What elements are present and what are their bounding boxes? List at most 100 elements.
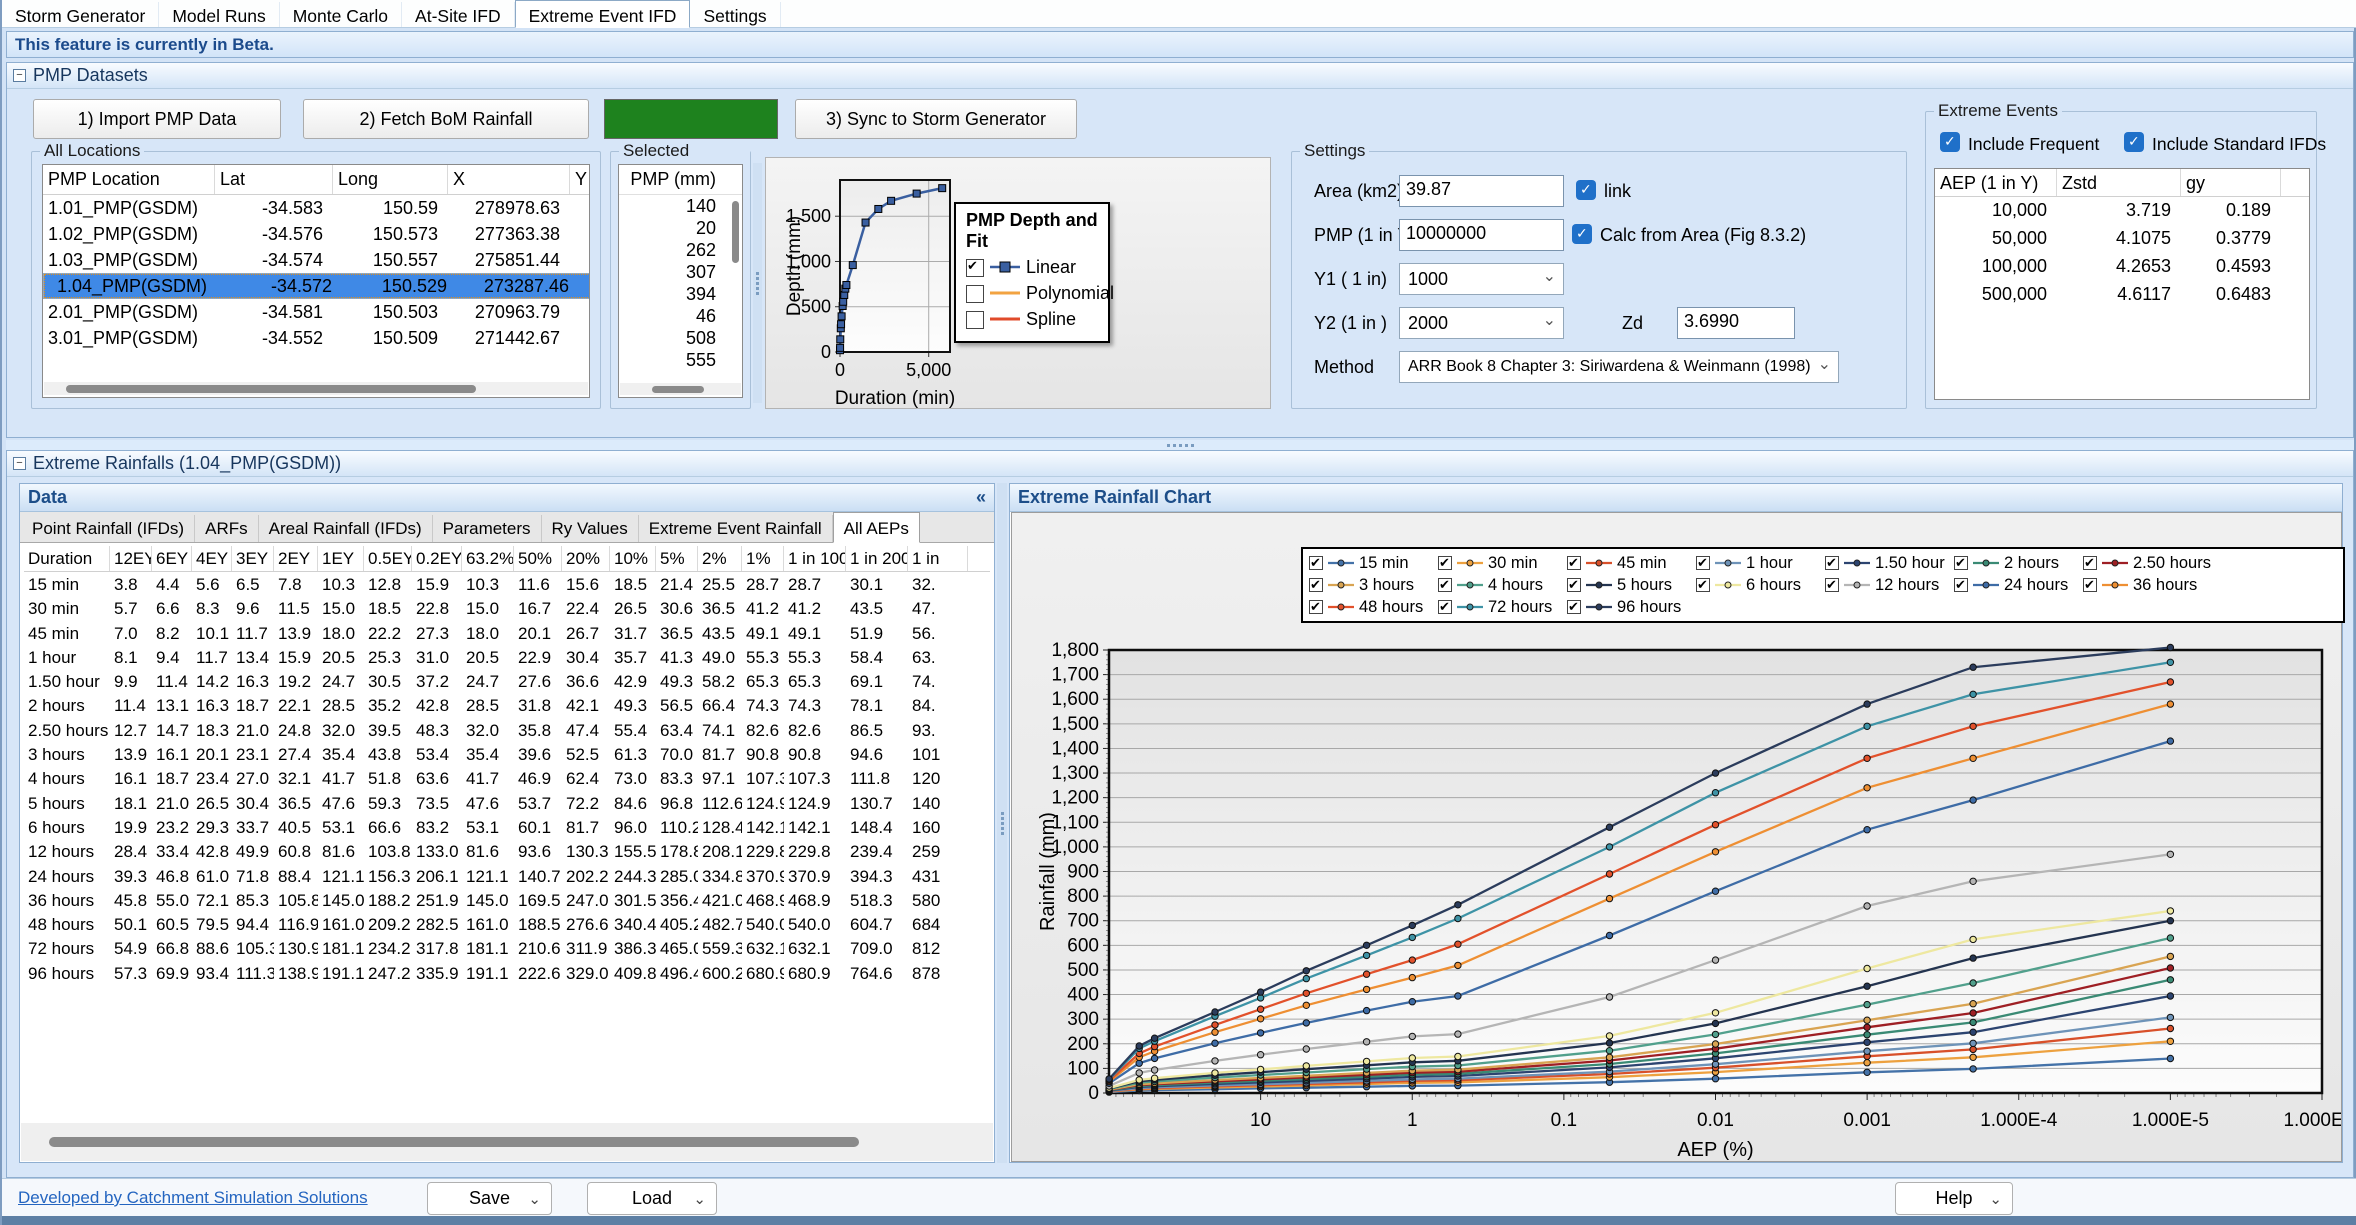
- vertical-scrollbar[interactable]: [732, 201, 739, 263]
- column-header[interactable]: 10%: [610, 546, 656, 571]
- series-checkbox[interactable]: [2083, 556, 2097, 570]
- column-header[interactable]: Long: [333, 165, 448, 194]
- column-header[interactable]: 3EY: [232, 546, 274, 571]
- splitter-handle[interactable]: [753, 163, 762, 403]
- link-checkbox[interactable]: [1576, 180, 1596, 200]
- list-item[interactable]: 46: [619, 305, 742, 327]
- series-checkbox[interactable]: [1438, 578, 1452, 592]
- table-row[interactable]: 1 hour8.19.411.713.415.920.525.331.020.5…: [24, 645, 990, 669]
- column-header[interactable]: gy: [2181, 169, 2281, 196]
- y1-select[interactable]: 1000⌄: [1399, 263, 1564, 295]
- series-checkbox[interactable]: [1825, 556, 1839, 570]
- help-dropdown[interactable]: Help⌄: [1895, 1182, 2013, 1215]
- table-row[interactable]: 3.01_PMP(GSDM)-34.552150.509271442.67: [43, 325, 589, 351]
- column-header[interactable]: 2%: [698, 546, 742, 571]
- table-row[interactable]: 12 hours28.433.442.849.960.881.6103.8133…: [24, 839, 990, 863]
- list-item[interactable]: 140: [619, 195, 742, 217]
- table-row[interactable]: 15 min3.84.45.66.57.810.312.815.910.311.…: [24, 572, 990, 596]
- table-row[interactable]: 2.01_PMP(GSDM)-34.581150.503270963.79: [43, 299, 589, 325]
- column-header[interactable]: 0.2EY: [412, 546, 462, 571]
- horizontal-scrollbar[interactable]: [44, 382, 588, 395]
- table-row[interactable]: 24 hours39.346.861.071.888.4121.1156.320…: [24, 864, 990, 888]
- extreme-events-table[interactable]: AEP (1 in Y)Zstdgy10,0003.7190.18950,000…: [1934, 168, 2310, 400]
- method-select[interactable]: ARR Book 8 Chapter 3: Siriwardena & Wein…: [1399, 351, 1839, 383]
- data-tab-all-aeps[interactable]: All AEPs: [833, 512, 920, 543]
- spline-checkbox[interactable]: [966, 311, 984, 329]
- column-header[interactable]: 0.5EY: [364, 546, 412, 571]
- horizontal-scrollbar[interactable]: [620, 383, 741, 395]
- import-pmp-data-button[interactable]: 1) Import PMP Data: [33, 99, 281, 139]
- credit-link[interactable]: Developed by Catchment Simulation Soluti…: [18, 1188, 368, 1208]
- series-checkbox[interactable]: [1825, 578, 1839, 592]
- main-tab-extreme-event-ifd[interactable]: Extreme Event IFD: [515, 0, 691, 28]
- column-header[interactable]: Duration: [24, 546, 110, 571]
- pmp-input[interactable]: 10000000: [1399, 219, 1564, 251]
- collapse-icon[interactable]: −: [13, 69, 26, 82]
- series-checkbox[interactable]: [1309, 578, 1323, 592]
- collapse-panel-button[interactable]: «: [976, 487, 986, 508]
- table-row[interactable]: 100,0004.26530.4593: [1935, 253, 2309, 281]
- polynomial-checkbox[interactable]: [966, 285, 984, 303]
- series-checkbox[interactable]: [1438, 556, 1452, 570]
- main-tab-settings[interactable]: Settings: [690, 2, 780, 27]
- data-tab-areal-rainfall-ifds-[interactable]: Areal Rainfall (IFDs): [259, 515, 433, 542]
- zd-input[interactable]: 3.6990: [1677, 307, 1795, 339]
- include-frequent-checkbox[interactable]: [1940, 132, 1960, 152]
- table-row[interactable]: 48 hours50.160.579.594.4116.9161.0209.22…: [24, 912, 990, 936]
- series-checkbox[interactable]: [1438, 600, 1452, 614]
- column-header[interactable]: 20%: [562, 546, 610, 571]
- column-header[interactable]: 2EY: [274, 546, 318, 571]
- column-header[interactable]: Zstd: [2057, 169, 2181, 196]
- list-item[interactable]: 394: [619, 283, 742, 305]
- column-header[interactable]: 12EY: [110, 546, 152, 571]
- column-header[interactable]: 4EY: [192, 546, 232, 571]
- include-standard-ifds-checkbox[interactable]: [2124, 132, 2144, 152]
- table-row[interactable]: 2 hours11.413.116.318.722.128.535.242.82…: [24, 693, 990, 717]
- list-item[interactable]: 555: [619, 349, 742, 367]
- table-row[interactable]: 1.02_PMP(GSDM)-34.576150.573277363.38: [43, 221, 589, 247]
- column-header[interactable]: 1 in 200: [846, 546, 908, 571]
- table-row[interactable]: 1.01_PMP(GSDM)-34.583150.59278978.63: [43, 195, 589, 221]
- panel-splitter[interactable]: [997, 483, 1007, 1163]
- column-header[interactable]: 1EY: [318, 546, 364, 571]
- load-dropdown[interactable]: Load⌄: [587, 1182, 717, 1215]
- column-header[interactable]: PMP Location: [43, 165, 215, 194]
- data-tab-parameters[interactable]: Parameters: [433, 515, 542, 542]
- table-row[interactable]: 2.50 hours12.714.718.321.024.832.039.548…: [24, 718, 990, 742]
- series-checkbox[interactable]: [1696, 556, 1710, 570]
- data-tab-arfs[interactable]: ARFs: [195, 515, 259, 542]
- column-header[interactable]: 50%: [514, 546, 562, 571]
- table-row[interactable]: 50,0004.10750.3779: [1935, 225, 2309, 253]
- column-header[interactable]: Lat: [215, 165, 333, 194]
- column-header[interactable]: X: [448, 165, 570, 194]
- series-checkbox[interactable]: [1567, 600, 1581, 614]
- calc-from-area-checkbox[interactable]: [1572, 224, 1592, 244]
- series-checkbox[interactable]: [1954, 556, 1968, 570]
- table-row[interactable]: 5 hours18.121.026.530.436.547.659.373.54…: [24, 791, 990, 815]
- data-tab-ry-values[interactable]: Ry Values: [542, 515, 639, 542]
- main-tab-storm-generator[interactable]: Storm Generator: [2, 2, 159, 27]
- series-checkbox[interactable]: [2083, 578, 2097, 592]
- extreme-rainfalls-header[interactable]: − Extreme Rainfalls (1.04_PMP(GSDM)): [7, 451, 2353, 477]
- pmp-datasets-header[interactable]: − PMP Datasets: [7, 63, 2353, 89]
- data-tab-extreme-event-rainfall[interactable]: Extreme Event Rainfall: [639, 515, 833, 542]
- series-checkbox[interactable]: [1696, 578, 1710, 592]
- column-header[interactable]: PMP (mm): [619, 165, 742, 195]
- table-row[interactable]: 4 hours16.118.723.427.032.141.751.863.64…: [24, 766, 990, 790]
- table-row[interactable]: 1.04_PMP(GSDM)-34.572150.529273287.46: [43, 273, 590, 299]
- table-row[interactable]: 72 hours54.966.888.6105.3130.9181.1234.2…: [24, 936, 990, 960]
- column-header[interactable]: Y: [570, 165, 590, 194]
- list-item[interactable]: 262: [619, 239, 742, 261]
- horizontal-scrollbar[interactable]: [21, 1123, 993, 1161]
- table-row[interactable]: 3 hours13.916.120.123.127.435.443.853.43…: [24, 742, 990, 766]
- column-header[interactable]: 1 in: [908, 546, 968, 571]
- series-checkbox[interactable]: [1954, 578, 1968, 592]
- list-item[interactable]: 508: [619, 327, 742, 349]
- aep-table[interactable]: Duration12EY6EY4EY3EY2EY1EY0.5EY0.2EY63.…: [24, 546, 990, 1110]
- table-row[interactable]: 1.50 hour9.911.414.216.319.224.730.537.2…: [24, 669, 990, 693]
- main-tab-monte-carlo[interactable]: Monte Carlo: [280, 2, 402, 27]
- series-checkbox[interactable]: [1567, 578, 1581, 592]
- y2-select[interactable]: 2000⌄: [1399, 307, 1564, 339]
- series-checkbox[interactable]: [1567, 556, 1581, 570]
- column-header[interactable]: AEP (1 in Y): [1935, 169, 2057, 196]
